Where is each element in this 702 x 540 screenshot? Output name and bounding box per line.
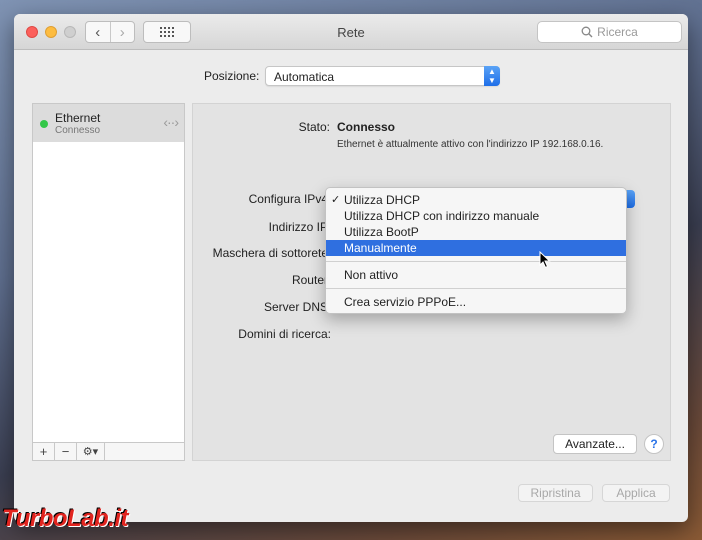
menu-separator <box>326 288 626 289</box>
gear-menu-button[interactable]: ⚙▾ <box>77 443 105 460</box>
menu-item-label: Utilizza DHCP <box>344 193 421 207</box>
menu-separator <box>326 261 626 262</box>
title-bar: ‹ › Rete Ricerca <box>14 14 688 50</box>
checkmark-icon: ✓ <box>331 194 341 206</box>
watermark-logo: TurboLab.it <box>2 505 129 532</box>
menu-item-dhcp-manual[interactable]: Utilizza DHCP con indirizzo manuale <box>326 208 626 224</box>
mouse-pointer-icon <box>539 251 551 269</box>
network-preferences-window: ‹ › Rete Ricerca Posizione: Automatica ▲… <box>14 14 688 522</box>
search-field[interactable]: Ricerca <box>537 21 682 43</box>
ip-address-label: Indirizzo IP <box>268 220 328 234</box>
remove-service-button[interactable]: − <box>55 443 77 460</box>
status-value: Connesso <box>337 120 396 134</box>
search-icon <box>581 26 593 38</box>
configure-ipv4-label: Configura IPv4 <box>248 192 328 206</box>
subnet-mask-label: Maschera di sottorete <box>212 246 328 260</box>
menu-item-pppoe[interactable]: Crea servizio PPPoE... <box>326 294 626 310</box>
ethernet-arrows-icon: ‹··› <box>163 114 179 130</box>
status-label: Stato: <box>298 120 330 134</box>
gear-icon: ⚙▾ <box>82 446 99 458</box>
menu-item-manual[interactable]: Manualmente <box>326 240 626 256</box>
service-list: Ethernet Connesso ‹··› + − ⚙▾ <box>32 103 185 461</box>
location-value: Automatica <box>274 70 335 84</box>
service-item-ethernet[interactable]: Ethernet Connesso ‹··› <box>33 104 184 142</box>
menu-item-label: Utilizza DHCP con indirizzo manuale <box>344 209 540 223</box>
location-label: Posizione: <box>204 69 260 83</box>
revert-button[interactable]: Ripristina <box>518 484 593 502</box>
status-dot-icon <box>40 120 48 128</box>
menu-item-label: Manualmente <box>344 241 417 255</box>
add-service-button[interactable]: + <box>33 443 55 460</box>
menu-item-label: Non attivo <box>344 268 399 282</box>
popup-stepper-icon: ▲ ▼ <box>484 66 500 86</box>
status-description: Ethernet è attualmente attivo con l'indi… <box>337 139 604 150</box>
service-list-toolbar: + − ⚙▾ <box>33 442 184 460</box>
ipv4-method-menu: ✓ Utilizza DHCP Utilizza DHCP con indiri… <box>325 187 627 314</box>
router-label: Router <box>291 273 328 287</box>
menu-item-bootp[interactable]: Utilizza BootP <box>326 224 626 240</box>
menu-item-label: Crea servizio PPPoE... <box>344 295 467 309</box>
search-domains-label: Domini di ricerca: <box>238 327 331 341</box>
menu-item-dhcp[interactable]: ✓ Utilizza DHCP <box>326 192 626 208</box>
apply-button[interactable]: Applica <box>602 484 670 502</box>
menu-item-label: Utilizza BootP <box>344 225 419 239</box>
location-popup[interactable]: Automatica ▲ ▼ <box>265 66 500 86</box>
dns-server-label: Server DNS <box>263 300 328 314</box>
service-status: Connesso <box>55 125 101 136</box>
service-name: Ethernet <box>55 111 101 125</box>
advanced-button[interactable]: Avanzate... <box>553 434 637 454</box>
help-button[interactable]: ? <box>644 434 664 454</box>
ipv4-popup-stepper-icon[interactable] <box>626 190 635 208</box>
search-placeholder: Ricerca <box>597 25 638 39</box>
menu-item-off[interactable]: Non attivo <box>326 267 626 283</box>
